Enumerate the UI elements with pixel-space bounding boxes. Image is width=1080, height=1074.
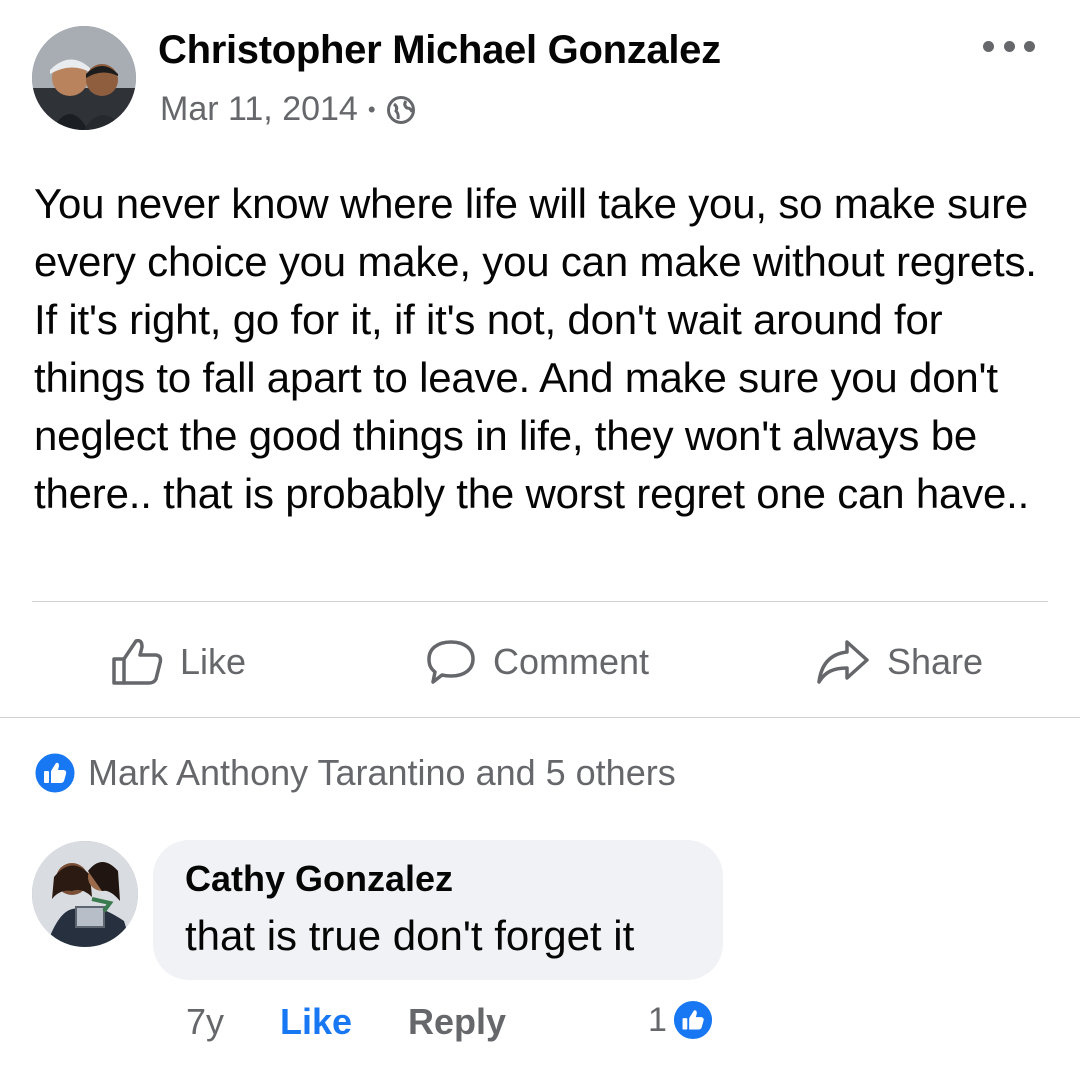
post-meta: Mar 11, 2014 •	[160, 90, 416, 129]
reactions-summary[interactable]: Mark Anthony Tarantino and 5 others	[34, 752, 676, 794]
more-options-icon[interactable]	[983, 28, 1035, 64]
thumbs-up-icon	[112, 638, 163, 685]
comment-reaction-number: 1	[648, 1000, 667, 1039]
comment-reaction-count[interactable]: 1	[648, 1000, 713, 1040]
commenter-avatar[interactable]	[32, 841, 138, 947]
comment-timestamp[interactable]: 7y	[186, 1001, 224, 1043]
comment-author[interactable]: Cathy Gonzalez	[185, 858, 453, 900]
reactions-summary-text: Mark Anthony Tarantino and 5 others	[88, 752, 676, 793]
comment-like-button[interactable]: Like	[280, 1001, 352, 1043]
like-reaction-icon	[673, 1000, 712, 1040]
divider	[0, 717, 1080, 718]
author-avatar[interactable]	[32, 26, 136, 130]
share-button[interactable]: Share	[815, 632, 983, 692]
comment-text: that is true don't forget it	[185, 912, 635, 959]
globe-icon	[386, 95, 415, 124]
like-label: Like	[180, 641, 247, 682]
divider	[32, 601, 1048, 602]
share-arrow-icon	[817, 640, 869, 684]
comment-bubble-icon	[427, 640, 475, 684]
like-reaction-icon	[34, 752, 76, 794]
comment-reply-button[interactable]: Reply	[408, 1001, 506, 1043]
share-label: Share	[887, 641, 984, 682]
comment-button[interactable]: Comment	[425, 632, 649, 692]
post-text: You never know where life will take you,…	[34, 180, 1037, 517]
post-card: Christopher Michael Gonzalez Mar 11, 201…	[0, 0, 1080, 1074]
author-name[interactable]: Christopher Michael Gonzalez	[158, 28, 721, 73]
like-button[interactable]: Like	[110, 632, 246, 692]
post-date[interactable]: Mar 11, 2014	[160, 90, 358, 129]
meta-separator: •	[367, 96, 376, 122]
comment-label: Comment	[493, 641, 650, 682]
